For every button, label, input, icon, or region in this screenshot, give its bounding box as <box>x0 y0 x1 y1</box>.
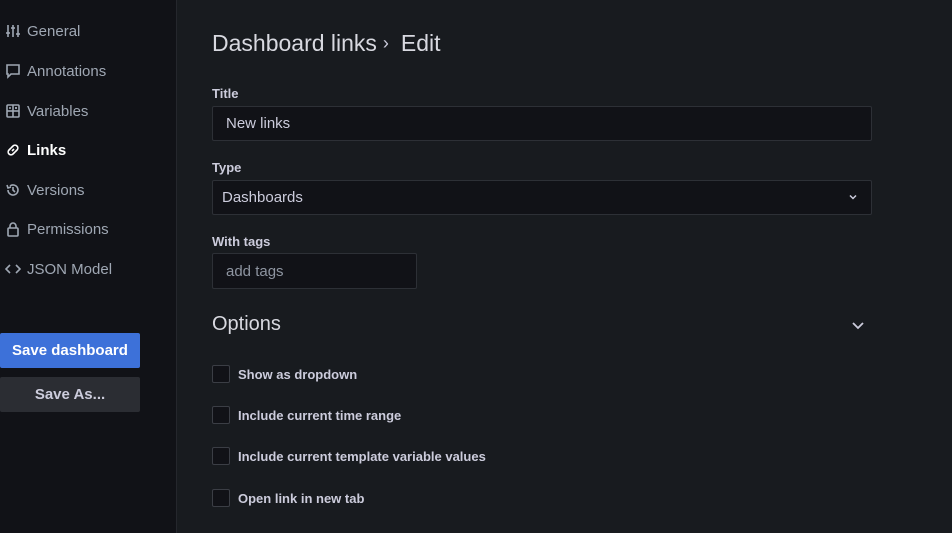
sidebar-item-label: Permissions <box>27 220 109 238</box>
include-time-range-option: Include current time range <box>212 406 401 424</box>
sidebar-item-json-model[interactable]: JSON Model <box>0 257 170 281</box>
sliders-icon <box>5 23 21 39</box>
type-select-value: Dashboards <box>222 189 303 206</box>
tags-field-label: With tags <box>212 234 271 249</box>
settings-sidebar: General Annotations Variables Links Vers <box>0 0 177 533</box>
lock-icon <box>5 221 21 237</box>
breadcrumb-edit: Edit <box>400 30 441 56</box>
chevron-down-icon <box>849 194 857 200</box>
open-in-new-tab-option: Open link in new tab <box>212 489 364 507</box>
tags-input-placeholder: add tags <box>226 262 284 280</box>
sidebar-item-label: JSON Model <box>27 260 113 278</box>
page-title: Dashboard links › Edit <box>212 30 441 57</box>
tags-input[interactable]: add tags <box>212 253 417 289</box>
sidebar-item-label: Links <box>27 141 67 159</box>
title-input-value: New links <box>226 115 291 132</box>
link-icon <box>5 142 21 158</box>
type-field-label: Type <box>212 160 242 175</box>
save-dashboard-button[interactable]: Save dashboard <box>0 333 140 368</box>
chevron-down-icon[interactable] <box>851 318 865 332</box>
dashboard-settings-page: General Annotations Variables Links Vers <box>0 0 952 533</box>
code-icon <box>5 261 21 277</box>
breadcrumb-separator: › <box>382 33 389 53</box>
calculator-icon <box>5 103 21 119</box>
comment-icon <box>5 63 21 79</box>
sidebar-item-label: Variables <box>27 102 89 120</box>
include-template-vars-checkbox[interactable] <box>212 447 230 465</box>
sidebar-item-general[interactable]: General <box>0 19 170 43</box>
breadcrumb-dashboard-links[interactable]: Dashboard links <box>212 30 377 57</box>
sidebar-item-versions[interactable]: Versions <box>0 178 170 202</box>
checkbox-label: Include current template variable values <box>238 448 486 464</box>
options-section-title[interactable]: Options <box>212 313 281 336</box>
sidebar-item-variables[interactable]: Variables <box>0 99 170 123</box>
include-time-range-checkbox[interactable] <box>212 406 230 424</box>
checkbox-label: Open link in new tab <box>238 490 365 506</box>
type-select[interactable]: Dashboards <box>212 180 872 215</box>
show-as-dropdown-option: Show as dropdown <box>212 365 357 383</box>
sidebar-item-permissions[interactable]: Permissions <box>0 217 170 241</box>
sidebar-item-label: General <box>27 22 81 40</box>
include-template-vars-option: Include current template variable values <box>212 447 486 465</box>
sidebar-item-label: Annotations <box>27 62 107 80</box>
history-icon <box>5 182 21 198</box>
sidebar-item-annotations[interactable]: Annotations <box>0 59 170 83</box>
sidebar-item-label: Versions <box>27 181 85 199</box>
open-in-new-tab-checkbox[interactable] <box>212 489 230 507</box>
title-field-label: Title <box>212 86 239 101</box>
checkbox-label: Include current time range <box>238 407 402 423</box>
show-as-dropdown-checkbox[interactable] <box>212 365 230 383</box>
title-input[interactable]: New links <box>212 106 872 141</box>
sidebar-item-links[interactable]: Links <box>0 138 170 162</box>
checkbox-label: Show as dropdown <box>238 366 358 382</box>
save-as-button[interactable]: Save As... <box>0 377 140 412</box>
